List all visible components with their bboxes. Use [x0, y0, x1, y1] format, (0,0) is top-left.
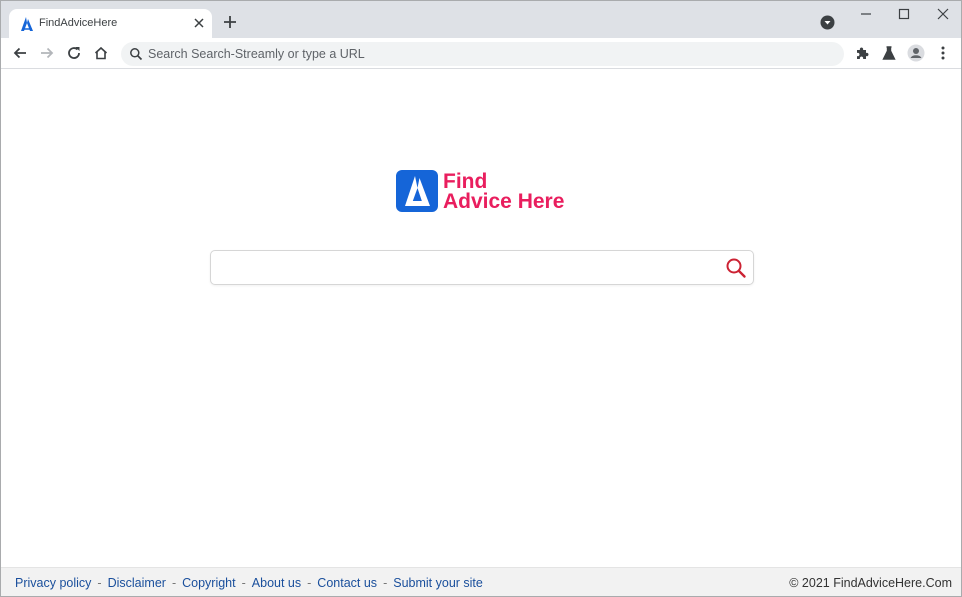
footer-link-privacy-policy[interactable]: Privacy policy	[15, 576, 91, 590]
tab-search-icon[interactable]	[820, 15, 835, 30]
search-icon	[130, 48, 143, 61]
footer-link-copyright[interactable]: Copyright	[182, 576, 236, 590]
findadvice-favicon-icon	[21, 17, 33, 31]
maximize-icon[interactable]	[896, 6, 912, 22]
forward-arrow-icon[interactable]	[38, 44, 56, 62]
extensions-icon[interactable]	[853, 44, 871, 62]
minimize-icon[interactable]	[858, 6, 874, 22]
address-bar-input[interactable]	[148, 42, 828, 66]
tab-strip: FindAdviceHere	[1, 1, 961, 38]
page-footer: Privacy policy - Disclaimer - Copyright - Abou…	[1, 567, 961, 596]
back-arrow-icon[interactable]	[11, 44, 29, 62]
logo-text-find: Find	[443, 170, 488, 193]
footer-separator: -	[241, 576, 246, 590]
footer-separator: -	[307, 576, 312, 590]
tab-title: FindAdviceHere	[39, 17, 118, 29]
profile-avatar-icon[interactable]	[907, 44, 925, 62]
new-tab-plus-icon[interactable]	[222, 14, 238, 30]
footer-links: Privacy policy - Disclaimer - Copyright - Abou…	[15, 576, 483, 590]
browser-window: FindAdviceHere Search Search-Streamly or…	[0, 0, 962, 597]
close-window-icon[interactable]	[935, 6, 951, 22]
footer-separator: -	[97, 576, 102, 590]
footer-separator: -	[171, 576, 177, 590]
logo-text-advice-here: Advice Here	[443, 190, 565, 213]
tab-close-icon[interactable]	[192, 16, 206, 30]
reload-icon[interactable]	[65, 44, 83, 62]
home-icon[interactable]	[92, 44, 110, 62]
search-button-icon[interactable]	[725, 257, 747, 279]
address-bar[interactable]	[121, 42, 844, 66]
footer-link-submit-your-site[interactable]: Submit your site	[393, 576, 483, 590]
footer-separator: -	[383, 576, 388, 590]
search-input[interactable]	[221, 255, 721, 281]
footer-link-disclaimer[interactable]: Disclaimer	[108, 576, 166, 590]
menu-kebab-icon[interactable]	[934, 44, 952, 62]
findadvice-logo-icon	[396, 170, 438, 212]
labs-flask-icon[interactable]	[880, 44, 898, 62]
page-content: Find Advice Here	[1, 69, 961, 567]
search-box[interactable]	[210, 250, 754, 285]
findadvicehere-logo: Find Advice Here	[396, 169, 571, 215]
footer-link-contact-us[interactable]: Contact us	[317, 576, 377, 590]
tab-findadvicehere[interactable]: FindAdviceHere	[9, 9, 212, 38]
browser-toolbar	[1, 38, 961, 69]
copyright-text: © 2021 FindAdviceHere.Com	[789, 576, 952, 590]
footer-link-about-us[interactable]: About us	[252, 576, 301, 590]
